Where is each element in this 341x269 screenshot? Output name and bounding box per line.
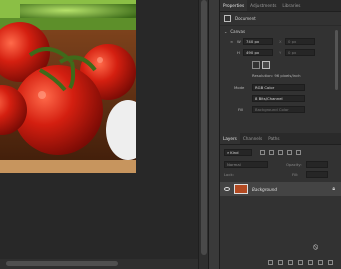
horizontal-scrollbar[interactable] [0, 259, 198, 269]
document-label: Document [235, 16, 256, 21]
x-label: X [279, 39, 282, 44]
link-icon[interactable]: ∞ [230, 39, 233, 44]
y-label: Y [279, 50, 282, 55]
mode-label: Mode [234, 85, 245, 90]
canvas-section-title: Canvas [230, 28, 246, 34]
tab-properties[interactable]: Properties [220, 0, 248, 11]
layer-name[interactable]: Background [252, 187, 277, 192]
properties-tabs: Properties Adjustments Libraries [220, 0, 341, 12]
document-workspace[interactable] [0, 0, 208, 269]
panel-dock-gutter [208, 0, 220, 269]
document-row: Document [220, 12, 341, 26]
adjustment-filter-icon[interactable] [269, 150, 274, 155]
adjustment-layer-icon[interactable] [298, 260, 303, 265]
fill-select[interactable]: Background Color [252, 106, 305, 113]
type-filter-icon[interactable] [278, 150, 283, 155]
portrait-orientation-icon[interactable] [252, 61, 260, 69]
chevron-down-icon: ⌄ [224, 28, 228, 34]
properties-scrollbar[interactable] [334, 12, 339, 132]
layer-row-background[interactable]: Background 🔒︎ [220, 182, 341, 196]
layer-thumbnail [234, 184, 248, 194]
bit-depth-select[interactable]: 8 Bits/Channel [252, 95, 305, 102]
tab-channels[interactable]: Channels [240, 133, 265, 144]
resolution-text: Resolution: 96 pixels/inch [252, 73, 301, 78]
pixel-filter-icon[interactable] [260, 150, 265, 155]
layer-filter-kind[interactable]: ⌕ Kind [224, 149, 252, 156]
opacity-field[interactable] [306, 161, 328, 168]
layer-style-icon[interactable] [278, 260, 283, 265]
x-field[interactable]: 0 px [285, 38, 315, 45]
fill-opacity-field[interactable] [306, 171, 328, 178]
link-layers-icon[interactable] [268, 260, 273, 265]
right-panel: Properties Adjustments Libraries Documen… [220, 0, 341, 269]
tab-adjustments[interactable]: Adjustments [247, 0, 279, 11]
search-icon: ⌕ [227, 150, 230, 155]
trash-icon[interactable] [328, 260, 333, 265]
canvas-section-header[interactable]: ⌄ Canvas [220, 26, 341, 36]
add-mask-icon[interactable] [288, 260, 293, 265]
new-layer-icon[interactable] [318, 260, 323, 265]
height-label: H [237, 50, 240, 55]
mode-select[interactable]: RGB Color [252, 84, 305, 91]
shape-filter-icon[interactable] [287, 150, 292, 155]
height-field[interactable]: 490 px [243, 49, 273, 56]
document-icon [224, 15, 231, 22]
layers-tabs: Layers Channels Paths [220, 133, 341, 145]
canvas-image[interactable] [0, 0, 136, 173]
kind-label: Kind [230, 150, 239, 155]
width-label: W [237, 39, 241, 44]
tab-layers[interactable]: Layers [220, 133, 240, 144]
cursor-icon: ⦸ [313, 242, 319, 251]
tomato-photo [0, 0, 136, 173]
layers-bottom-toolbar [220, 256, 341, 269]
lock-icon: 🔒︎ [332, 186, 335, 192]
y-field[interactable]: 0 px [285, 49, 315, 56]
smart-object-filter-icon[interactable] [296, 150, 301, 155]
blend-mode-select[interactable]: Normal [224, 161, 268, 168]
fill-opacity-label: Fill: [292, 172, 299, 177]
landscape-orientation-icon[interactable] [262, 61, 270, 69]
opacity-label: Opacity: [286, 162, 302, 167]
new-group-icon[interactable] [308, 260, 313, 265]
tab-libraries[interactable]: Libraries [279, 0, 303, 11]
lock-label: Lock: [224, 172, 234, 177]
fill-label: Fill [238, 107, 244, 112]
vertical-scrollbar[interactable] [198, 0, 208, 269]
width-field[interactable]: 740 px [243, 38, 273, 45]
visibility-eye-icon[interactable] [224, 187, 230, 191]
tab-paths[interactable]: Paths [265, 133, 282, 144]
layer-filter-icons [260, 150, 301, 155]
